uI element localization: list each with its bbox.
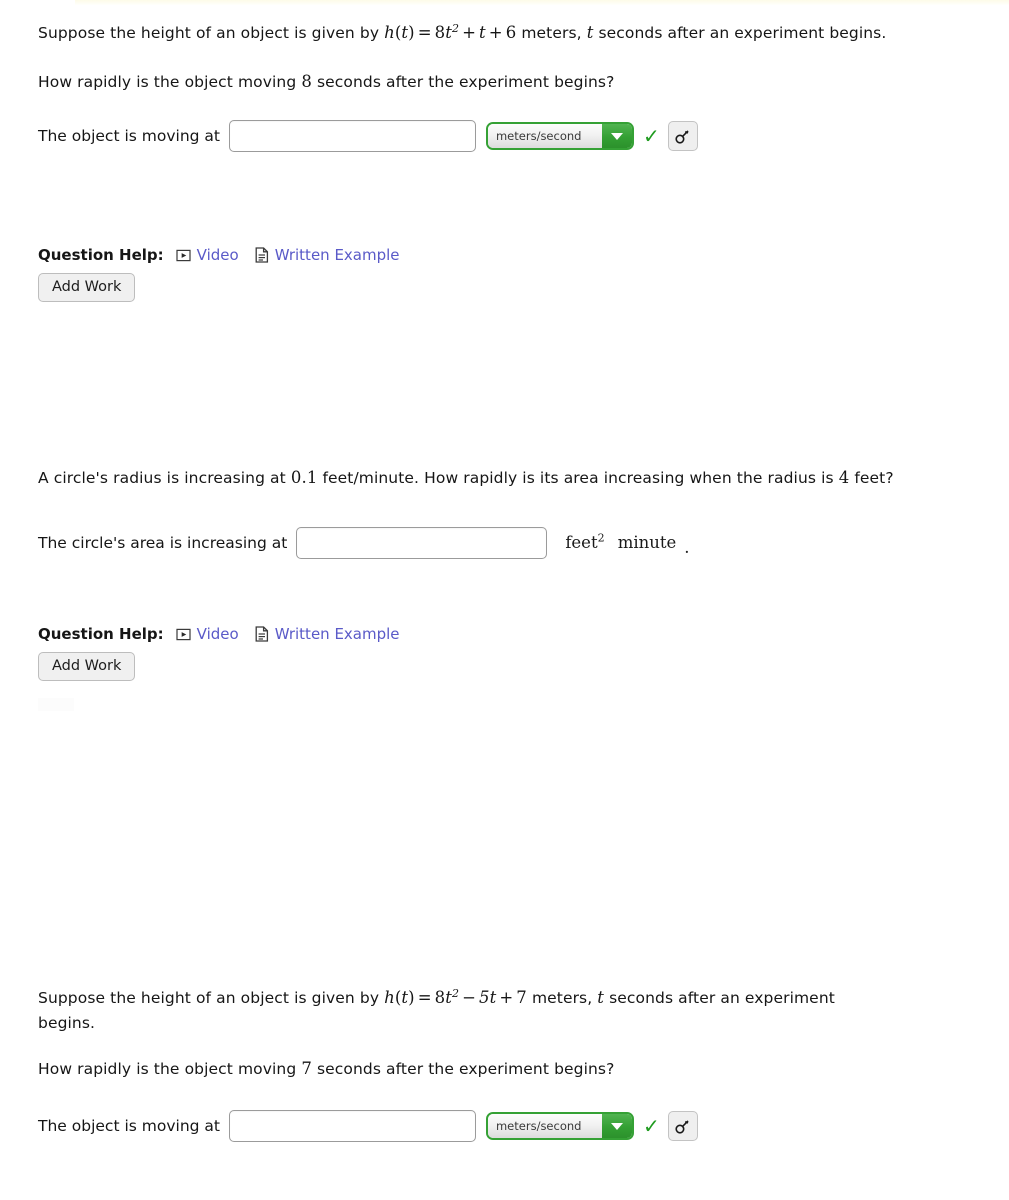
statement-before: A circle's radius is increasing at	[38, 469, 286, 487]
rate-value: 0.1	[290, 468, 318, 487]
question-after: seconds after the experiment begins?	[316, 73, 615, 91]
problem-3-question: How rapidly is the object moving 7 secon…	[38, 1056, 868, 1082]
video-play-icon	[176, 628, 191, 641]
add-work-button[interactable]: Add Work	[38, 273, 136, 302]
answer-label: The object is moving at	[38, 1117, 220, 1135]
plus-sign: +	[499, 988, 514, 1007]
function-name: h	[384, 23, 395, 42]
statement-tail: seconds after an experiment begins.	[598, 24, 887, 42]
plus-sign-2: +	[488, 23, 503, 42]
time-variable: t	[597, 988, 605, 1007]
problem-3-statement: Suppose the height of an object is given…	[38, 985, 868, 1036]
power-exponent: 2	[451, 986, 460, 1000]
unit-select-wrapper[interactable]: meters/second	[485, 122, 634, 150]
check-icon: ✓	[642, 1114, 660, 1138]
render-artifact	[38, 698, 74, 711]
answer-input[interactable]	[228, 120, 476, 152]
chevron-down-icon[interactable]	[601, 124, 632, 148]
unit-numerator-exponent: 2	[597, 531, 605, 544]
written-example-link[interactable]: Written Example	[255, 625, 400, 643]
key-icon-button[interactable]	[667, 1111, 698, 1141]
problem-1-statement: Suppose the height of an object is given…	[38, 20, 886, 46]
linear-term: t	[479, 23, 486, 42]
unit-numerator: feet2	[565, 531, 605, 552]
unit-fraction: feet2 minute	[561, 531, 680, 552]
video-play-icon	[176, 249, 191, 262]
problem-3-answer-row: The object is moving at meters/second ✓	[38, 1110, 868, 1142]
unit-word: meters,	[521, 24, 582, 42]
problem-2-answer-row: The circle's area is increasing at feet2…	[38, 527, 894, 559]
question-value: 8	[301, 72, 312, 91]
unit-select-wrapper[interactable]: meters/second	[485, 1112, 634, 1140]
radius-value: 4	[838, 468, 850, 487]
document-icon	[255, 247, 269, 263]
unit-select[interactable]: meters/second	[485, 1112, 634, 1140]
add-work-button[interactable]: Add Work	[38, 652, 136, 681]
question-before: How rapidly is the object moving	[38, 73, 297, 91]
problem-2-question-help: Question Help: Video Written Example	[38, 625, 894, 643]
problem-1: Suppose the height of an object is given…	[38, 20, 886, 302]
key-icon	[675, 129, 689, 144]
linear-term: 5t	[479, 988, 497, 1007]
question-help-label: Question Help:	[38, 625, 164, 643]
answer-label: The object is moving at	[38, 127, 220, 145]
unit-denominator: minute	[617, 532, 677, 552]
problem-1-question-help: Question Help: Video Written Example	[38, 246, 886, 264]
video-help-label: Video	[196, 625, 239, 643]
power-base: t	[445, 988, 452, 1007]
constant-term: 6	[505, 23, 517, 42]
power-exponent: 2	[451, 21, 460, 35]
document-icon	[255, 626, 269, 642]
problem-2-add-work-wrapper: Add Work	[38, 645, 894, 681]
problem-1-question: How rapidly is the object moving 8 secon…	[38, 69, 886, 95]
question-after: seconds after the experiment begins?	[316, 1060, 615, 1078]
question-value: 7	[301, 1059, 312, 1078]
paren-close: )	[408, 988, 415, 1007]
plus-sign-1: +	[462, 23, 477, 42]
key-icon	[675, 1119, 689, 1134]
unit-select-value: meters/second	[487, 124, 602, 148]
minus-sign: −	[462, 988, 477, 1007]
answer-input[interactable]	[228, 1110, 476, 1142]
problem-3: Suppose the height of an object is given…	[38, 985, 868, 1142]
time-variable: t	[586, 23, 594, 42]
trailing-period: .	[684, 538, 690, 557]
statement-after: feet?	[854, 469, 894, 487]
problem-2: A circle's radius is increasing at 0.1 f…	[38, 465, 894, 681]
unit-select-value: meters/second	[487, 1114, 602, 1138]
video-help-link[interactable]: Video	[176, 625, 239, 643]
problem-2-statement: A circle's radius is increasing at 0.1 f…	[38, 465, 894, 491]
coefficient: 8	[434, 23, 446, 42]
answer-input[interactable]	[296, 527, 548, 559]
top-highlight-strip	[75, 0, 1009, 5]
function-name: h	[384, 988, 395, 1007]
chevron-down-icon[interactable]	[601, 1114, 632, 1138]
question-help-label: Question Help:	[38, 246, 164, 264]
power-base: t	[445, 23, 452, 42]
written-example-label: Written Example	[274, 625, 400, 643]
key-icon-button[interactable]	[667, 121, 698, 151]
answer-label: The circle's area is increasing at	[38, 534, 288, 552]
statement-lead: Suppose the height of an object is given…	[38, 989, 380, 1007]
written-example-link[interactable]: Written Example	[255, 246, 400, 264]
video-help-label: Video	[196, 246, 239, 264]
check-icon: ✓	[642, 124, 660, 148]
statement-middle: feet/minute. How rapidly is its area inc…	[322, 469, 834, 487]
statement-tail: seconds after an experiment	[609, 989, 835, 1007]
equals-sign: =	[417, 988, 432, 1007]
constant-term: 7	[516, 988, 527, 1007]
statement-tail-line2: begins.	[38, 1014, 96, 1032]
written-example-label: Written Example	[274, 246, 400, 264]
question-before: How rapidly is the object moving	[38, 1060, 297, 1078]
unit-word: meters,	[531, 989, 593, 1007]
problem-1-answer-row: The object is moving at meters/second ✓	[38, 120, 886, 152]
worksheet-page: Suppose the height of an object is given…	[0, 0, 1009, 1200]
coefficient: 8	[434, 988, 446, 1007]
statement-lead: Suppose the height of an object is given…	[38, 24, 380, 42]
video-help-link[interactable]: Video	[176, 246, 239, 264]
equals-sign: =	[417, 23, 432, 42]
problem-1-add-work-wrapper: Add Work	[38, 266, 886, 302]
unit-select[interactable]: meters/second	[485, 122, 634, 150]
paren-close: )	[408, 23, 415, 42]
